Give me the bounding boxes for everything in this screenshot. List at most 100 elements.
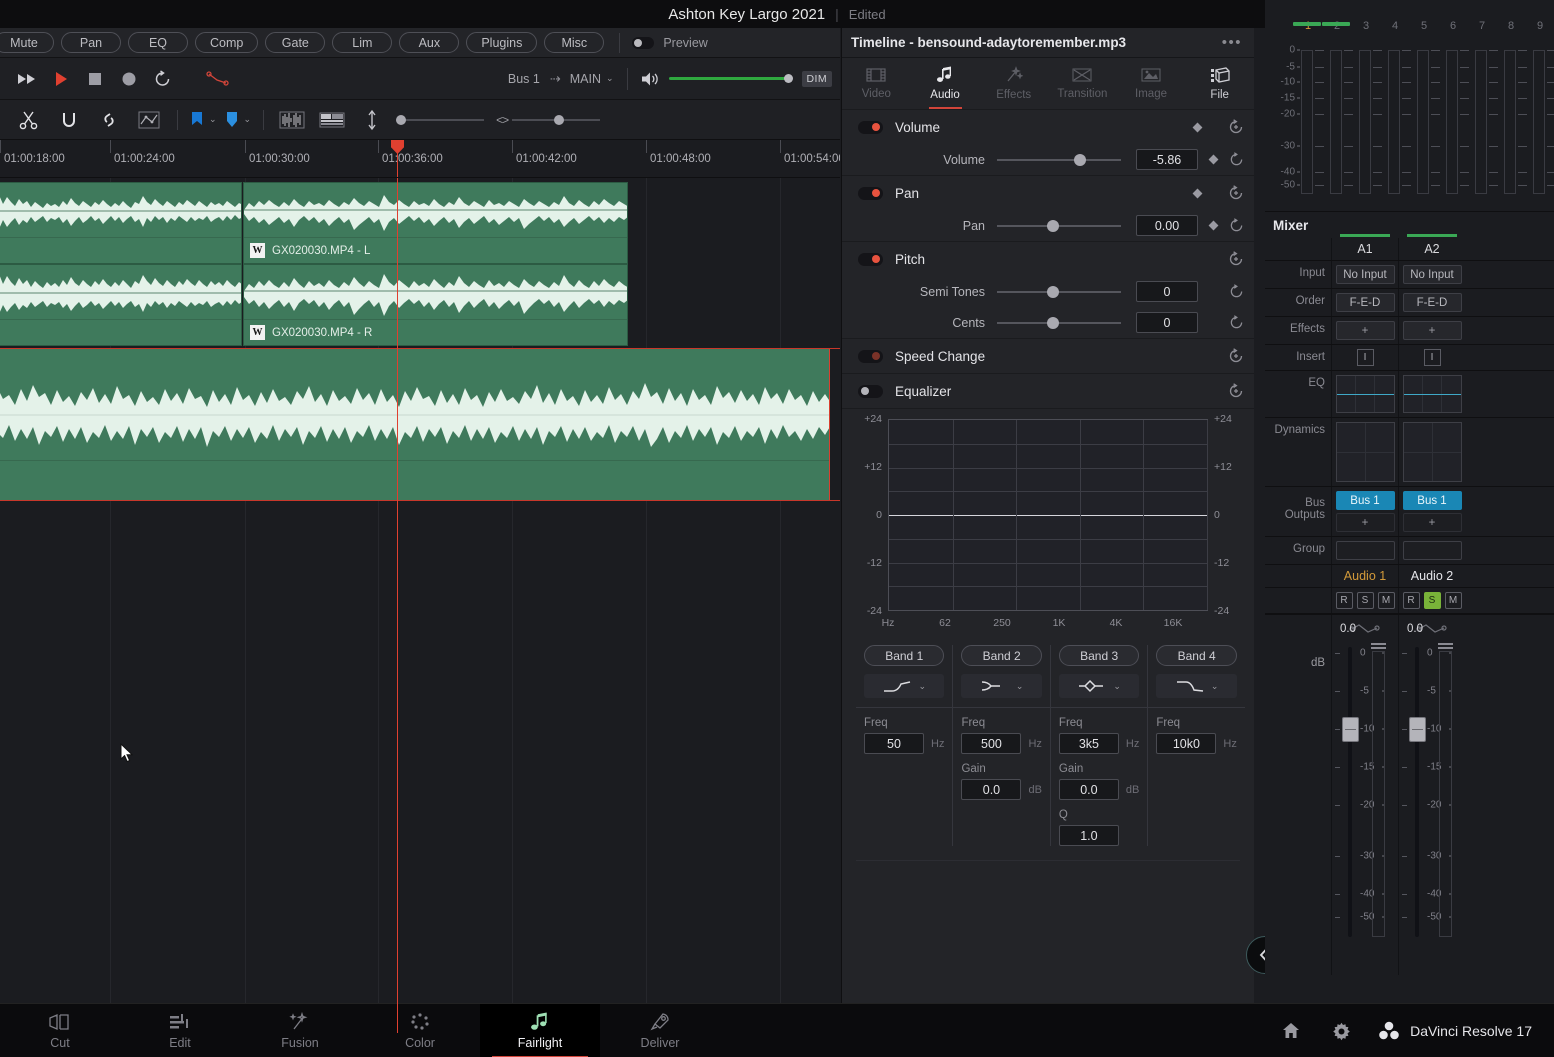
pill-mute[interactable]: Mute bbox=[0, 32, 54, 53]
project-settings-button[interactable] bbox=[1316, 1004, 1366, 1057]
nav-deliver[interactable]: Deliver bbox=[600, 1004, 720, 1057]
track-layout-icon[interactable] bbox=[312, 100, 352, 140]
waveform-view-icon[interactable] bbox=[272, 100, 312, 140]
band-1-shape-select[interactable]: ⌄ bbox=[864, 674, 945, 698]
group-a2-value[interactable] bbox=[1402, 541, 1462, 560]
pill-plugins[interactable]: Plugins bbox=[466, 32, 538, 53]
band-3-q-field[interactable]: 1.0 bbox=[1058, 825, 1119, 846]
section-equalizer-header[interactable]: Equalizer bbox=[842, 374, 1254, 408]
pan-slider-knob[interactable] bbox=[1046, 219, 1059, 232]
band-4-freq-field[interactable]: 10k0 bbox=[1156, 733, 1217, 754]
eq-a2-thumbnail[interactable] bbox=[1402, 375, 1462, 413]
eq-plot-area[interactable] bbox=[888, 419, 1208, 611]
volume-param-keyframe-icon[interactable] bbox=[1208, 154, 1219, 165]
playhead[interactable] bbox=[397, 178, 398, 1033]
input-a2-value[interactable]: No Input bbox=[1402, 265, 1462, 284]
zoom-slider-secondary[interactable] bbox=[512, 114, 601, 125]
meter-channel-label[interactable]: 9 bbox=[1529, 20, 1551, 32]
pan-param-keyframe-icon[interactable] bbox=[1208, 220, 1219, 231]
bus-selector-label[interactable]: Bus 1 bbox=[508, 72, 540, 86]
stop-button[interactable] bbox=[78, 58, 112, 100]
mute-a2-button[interactable]: M bbox=[1444, 592, 1462, 609]
pan-reset-icon[interactable] bbox=[1228, 185, 1244, 201]
marker-icon[interactable] bbox=[225, 111, 239, 129]
band-3-gain-field[interactable]: 0.0 bbox=[1058, 779, 1119, 800]
order-cell-a2[interactable]: F-E-D bbox=[1398, 289, 1465, 316]
bus-a1-value[interactable]: Bus 1 bbox=[1335, 491, 1395, 510]
bus-cell-a1[interactable]: Bus 1 + bbox=[1331, 487, 1398, 536]
timeline-clip[interactable]: W GX020030.MP4 - R bbox=[243, 264, 628, 346]
bus-cell-a2[interactable]: Bus 1 + bbox=[1398, 487, 1465, 536]
timeline-ruler[interactable]: 01:00:18:00 01:00:24:00 01:00:30:00 01:00:3… bbox=[0, 140, 840, 178]
trackname-cell-a2[interactable]: Audio 2 bbox=[1398, 565, 1465, 587]
snapping-magnet-icon[interactable] bbox=[49, 100, 89, 140]
record-arm-a2-button[interactable]: R bbox=[1402, 592, 1420, 609]
mute-a1-button[interactable]: M bbox=[1377, 592, 1395, 609]
flag-chevron-down-icon[interactable]: ⌄ bbox=[209, 114, 217, 125]
pitch-reset-icon[interactable] bbox=[1228, 251, 1244, 267]
marker-control[interactable]: ⌄ bbox=[221, 111, 256, 129]
loop-button[interactable] bbox=[146, 58, 180, 100]
playhead-handle[interactable] bbox=[391, 140, 404, 154]
semitones-value-field[interactable]: 0 bbox=[1136, 281, 1198, 302]
input-cell-a2[interactable]: No Input bbox=[1398, 261, 1465, 288]
band-1-freq-field[interactable]: 50 bbox=[864, 733, 924, 754]
effects-a2-add-button[interactable]: + bbox=[1402, 321, 1462, 340]
cents-value-field[interactable]: 0 bbox=[1136, 312, 1198, 333]
timeline-clip[interactable]: W GX020030.MP4 - L bbox=[243, 182, 628, 264]
playhead-ruler[interactable] bbox=[391, 140, 404, 177]
tab-effects[interactable]: Effects bbox=[979, 58, 1048, 109]
section-speed-change-header[interactable]: Speed Change bbox=[842, 339, 1254, 373]
razor-icon[interactable] bbox=[9, 100, 49, 140]
band-3-shape-select[interactable]: ⌄ bbox=[1058, 674, 1140, 698]
insert-cell-a2[interactable]: I bbox=[1398, 345, 1465, 370]
semitones-slider-knob[interactable] bbox=[1046, 285, 1059, 298]
speed-change-enable-toggle[interactable] bbox=[858, 349, 883, 363]
nav-edit[interactable]: Edit bbox=[120, 1004, 240, 1057]
volume-slider-knob[interactable] bbox=[1073, 153, 1086, 166]
band-2-gain-field[interactable]: 0.0 bbox=[961, 779, 1022, 800]
pitch-enable-toggle[interactable] bbox=[858, 252, 883, 266]
speaker-icon[interactable] bbox=[641, 71, 660, 87]
dynamics-cell-a2[interactable] bbox=[1398, 418, 1465, 486]
section-volume-header[interactable]: Volume bbox=[842, 110, 1254, 144]
insert-a1-button[interactable]: I bbox=[1356, 349, 1374, 366]
link-icon[interactable] bbox=[89, 100, 129, 140]
nav-color[interactable]: Color bbox=[360, 1004, 480, 1057]
timeline-tracks[interactable]: GX020030.MP4 - L W GX020030.MP4 - L bbox=[0, 178, 840, 1033]
zoom-slider-knob[interactable] bbox=[396, 114, 407, 125]
home-button[interactable] bbox=[1266, 1004, 1316, 1057]
pill-gate[interactable]: Gate bbox=[265, 32, 326, 53]
meter-channel-label[interactable]: 5 bbox=[1413, 20, 1435, 32]
fader-value-label[interactable]: 0.0 bbox=[1340, 623, 1356, 635]
pan-value-field[interactable]: 0.00 bbox=[1136, 215, 1198, 236]
fader-track[interactable] bbox=[1348, 647, 1352, 937]
record-button[interactable] bbox=[112, 58, 146, 100]
volume-value-field[interactable]: -5.86 bbox=[1136, 149, 1198, 170]
record-arm-a1-button[interactable]: R bbox=[1335, 592, 1353, 609]
order-a1-value[interactable]: F-E-D bbox=[1335, 293, 1395, 312]
semitones-slider[interactable] bbox=[997, 285, 1121, 298]
flag-icon[interactable] bbox=[190, 111, 204, 129]
volume-enable-toggle[interactable] bbox=[858, 120, 883, 134]
nav-fairlight[interactable]: Fairlight bbox=[480, 1004, 600, 1057]
pill-misc[interactable]: Misc bbox=[544, 32, 605, 53]
dynamics-a1-thumbnail[interactable] bbox=[1335, 422, 1395, 482]
channel-header-a2[interactable]: A2 bbox=[1398, 234, 1465, 260]
dynamics-a2-thumbnail[interactable] bbox=[1402, 422, 1462, 482]
tab-video[interactable]: Video bbox=[842, 58, 911, 109]
eq-chart[interactable]: +24 +12 0 -12 -24 +24 +12 0 -12 -24 Hz 62 250 1K 4K 1… bbox=[856, 413, 1240, 629]
eq-cell-a2[interactable] bbox=[1398, 371, 1465, 417]
eq-cell-a1[interactable] bbox=[1331, 371, 1398, 417]
meter-channel-label[interactable]: 4 bbox=[1384, 20, 1406, 32]
band-3-button[interactable]: Band 3 bbox=[1058, 645, 1140, 666]
eq-a1-thumbnail[interactable] bbox=[1335, 375, 1395, 413]
volume-keyframe-icon[interactable] bbox=[1192, 122, 1203, 132]
master-meters[interactable]: 0 -5 -10 -15 -20 -30 -40 -50 1 2 3 4 5 6 7 8 9 bbox=[1265, 0, 1554, 212]
semitones-reset-icon[interactable] bbox=[1229, 284, 1244, 299]
trackname-cell-a1[interactable]: Audio 1 bbox=[1331, 565, 1398, 587]
group-a1-value[interactable] bbox=[1335, 541, 1395, 560]
channel-header-a1[interactable]: A1 bbox=[1331, 234, 1398, 260]
band-2-chevron-down-icon[interactable]: ⌄ bbox=[1016, 681, 1024, 692]
fader-value-label[interactable]: 0.0 bbox=[1407, 623, 1423, 635]
